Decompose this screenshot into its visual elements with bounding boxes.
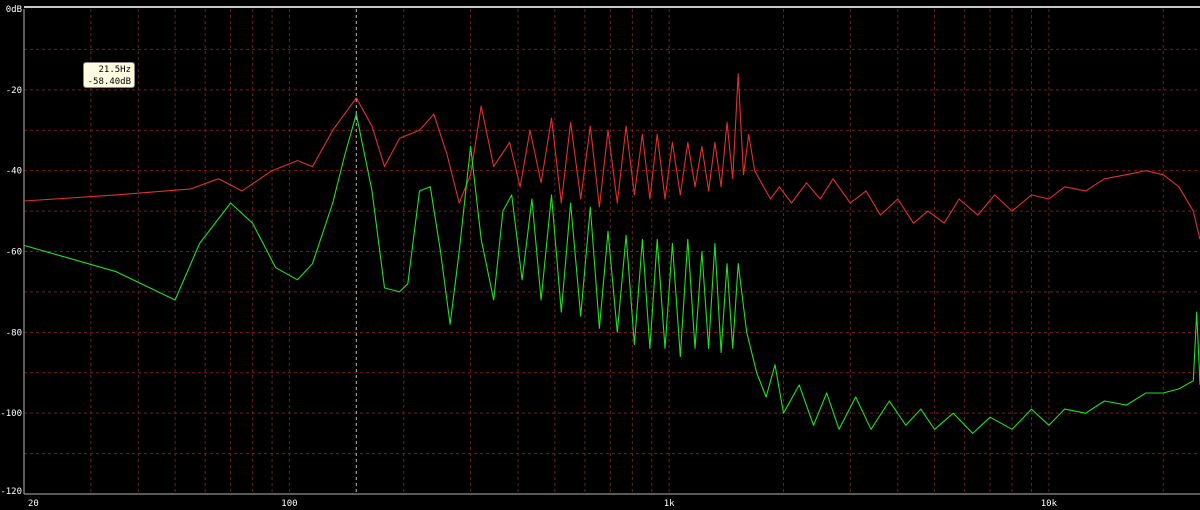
spectrum-chart: 0dB -20 -40 -60 -80 -100 -120 20 100 1k 10k [0, 0, 1200, 510]
y-tick-label: -20 [6, 86, 22, 96]
y-tick-label: 0dB [6, 5, 22, 15]
cursor-level: -58.40dB [87, 77, 131, 87]
y-tick-label: -40 [6, 167, 22, 177]
cursor-readout: 21.5Hz -58.40dB [83, 62, 135, 88]
x-tick-label: 10k [1041, 499, 1058, 509]
x-tick-label: 1k [664, 499, 675, 509]
cursor-frequency: 21.5Hz [98, 65, 131, 75]
y-tick-label: -60 [6, 248, 22, 258]
x-tick-label: 100 [281, 499, 297, 509]
y-tick-label: -120 [0, 487, 22, 497]
plot-background [0, 0, 1200, 510]
y-tick-label: -100 [0, 409, 22, 419]
x-tick-label: 20 [28, 499, 39, 509]
y-tick-label: -80 [6, 328, 22, 338]
